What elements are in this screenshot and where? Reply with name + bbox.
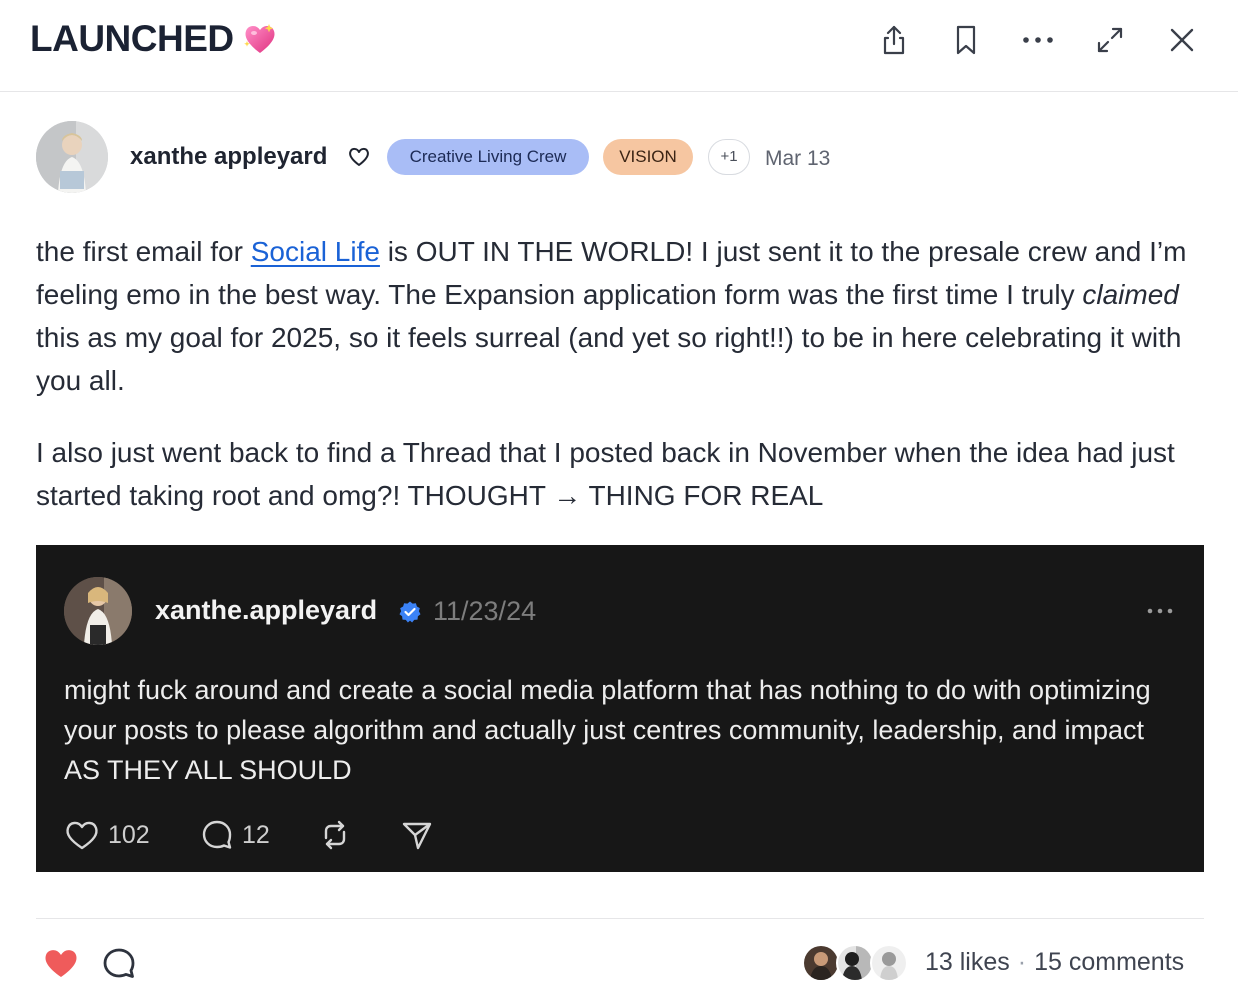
stats-separator: · <box>1017 948 1027 976</box>
avatar[interactable] <box>36 121 108 193</box>
post-body: the first email for Social Life is OUT I… <box>36 230 1202 546</box>
more-icon[interactable] <box>1020 22 1056 58</box>
verified-badge-icon <box>398 600 422 624</box>
comments-count[interactable]: 15 comments <box>1034 948 1184 976</box>
post-author-row: xanthe appleyard Creative Living Crew VI… <box>36 121 1206 193</box>
thread-date: 11/23/24 <box>433 596 537 626</box>
heart-icon <box>66 821 98 850</box>
post-header: LAUNCHED <box>0 0 1238 92</box>
thread-reply-count: 12 <box>242 820 270 849</box>
share-icon[interactable] <box>876 22 912 58</box>
likers-avatars[interactable] <box>802 944 912 982</box>
author-name[interactable]: xanthe appleyard <box>130 143 327 171</box>
avatar <box>870 944 908 982</box>
footer-divider <box>36 918 1204 919</box>
post-stats: 13 likes · 15 comments <box>925 948 1184 977</box>
thread-like-action[interactable]: 102 <box>64 817 150 853</box>
post-paragraph-2: I also just went back to find a Thread t… <box>36 437 1175 511</box>
p1-before-link: the first email for <box>36 236 251 267</box>
thread-avatar <box>64 577 132 645</box>
avatar <box>836 944 874 982</box>
bookmark-icon[interactable] <box>948 22 984 58</box>
thread-actions: 102 12 <box>64 817 664 853</box>
thread-text: might fuck around and create a social me… <box>64 675 1151 785</box>
vision-badge[interactable]: VISION <box>603 139 693 175</box>
repost-icon[interactable] <box>318 817 360 853</box>
expand-icon[interactable] <box>1092 22 1128 58</box>
p1-after-italic: this as my goal for 2025, so it feels su… <box>36 322 1182 396</box>
more-badges-button[interactable]: +1 <box>708 139 750 175</box>
p1-italic: claimed <box>1082 279 1179 310</box>
post-date: Mar 13 <box>765 147 831 170</box>
thread-username[interactable]: xanthe.appleyard <box>155 595 377 626</box>
heart-outline-icon <box>347 145 371 169</box>
comment-icon[interactable] <box>101 946 137 982</box>
reply-icon <box>202 820 232 849</box>
crew-badge[interactable]: Creative Living Crew <box>387 139 589 175</box>
likes-count[interactable]: 13 likes <box>925 948 1010 976</box>
thread-like-count: 102 <box>108 820 150 849</box>
avatar <box>802 944 840 982</box>
embedded-thread-card[interactable]: xanthe.appleyard 11/23/24 might fuck aro… <box>36 545 1204 872</box>
send-icon[interactable] <box>400 817 442 853</box>
like-heart-icon[interactable] <box>43 946 79 980</box>
post-paragraph-1: the first email for Social Life is OUT I… <box>36 230 1202 402</box>
thread-more-icon[interactable] <box>1144 601 1176 621</box>
close-icon[interactable] <box>1164 22 1200 58</box>
social-life-link[interactable]: Social Life <box>251 236 380 267</box>
thread-reply-action[interactable]: 12 <box>200 817 270 853</box>
